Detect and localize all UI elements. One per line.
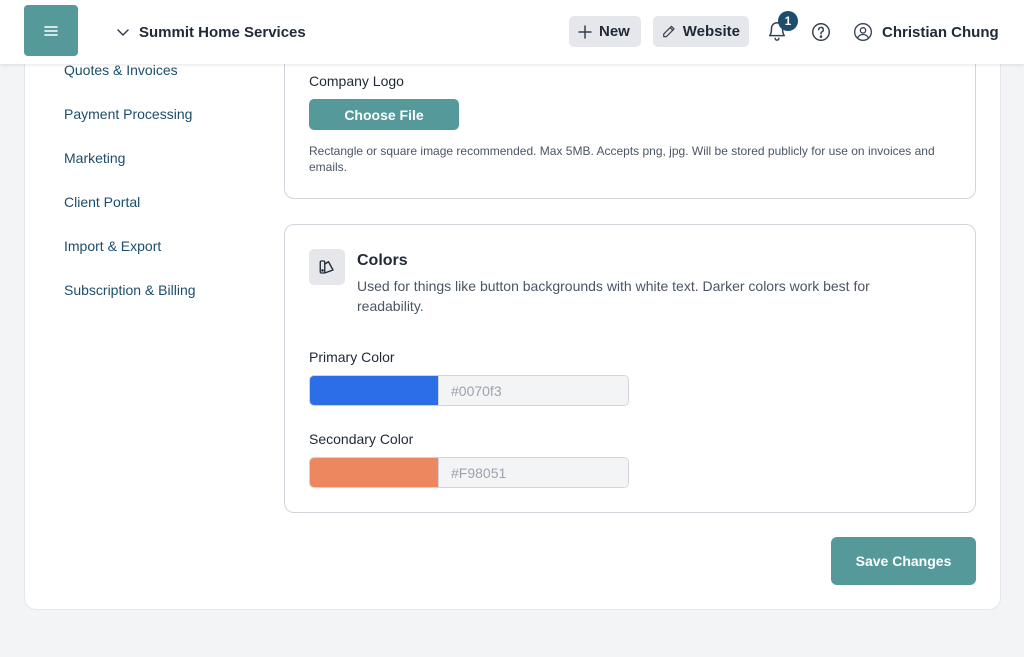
primary-color-label: Primary Color bbox=[309, 349, 395, 365]
colors-description: Used for things like button backgrounds … bbox=[357, 278, 870, 314]
sidebar-item-payment-processing[interactable]: Payment Processing bbox=[64, 106, 192, 122]
user-circle-icon bbox=[854, 23, 872, 41]
top-header: Summit Home Services New Website 1 Chris… bbox=[0, 0, 1024, 64]
sidebar-item-marketing[interactable]: Marketing bbox=[64, 150, 125, 166]
user-menu[interactable]: Christian Chung bbox=[853, 20, 999, 44]
secondary-color-field: #F98051 bbox=[309, 457, 629, 488]
sidebar-item-import-export[interactable]: Import & Export bbox=[64, 238, 161, 254]
secondary-color-input[interactable]: #F98051 bbox=[438, 458, 628, 487]
primary-color-swatch[interactable] bbox=[310, 376, 438, 405]
palette-icon bbox=[309, 249, 345, 285]
save-changes-button[interactable]: Save Changes bbox=[831, 537, 976, 585]
colors-title: Colors bbox=[357, 252, 408, 269]
help-button[interactable] bbox=[810, 21, 832, 43]
company-logo-label: Company Logo bbox=[309, 73, 404, 89]
notification-badge: 1 bbox=[778, 11, 798, 31]
chevron-down-icon bbox=[117, 29, 129, 36]
user-name: Christian Chung bbox=[882, 23, 999, 41]
secondary-color-label: Secondary Color bbox=[309, 431, 414, 447]
sidebar-item-client-portal[interactable]: Client Portal bbox=[64, 194, 140, 210]
question-circle-icon bbox=[812, 23, 830, 41]
choose-file-button[interactable]: Choose File bbox=[309, 99, 459, 130]
pencil-icon bbox=[663, 25, 675, 38]
new-button[interactable]: New bbox=[569, 16, 641, 47]
website-button-label: Website bbox=[682, 23, 740, 40]
new-button-label: New bbox=[599, 23, 630, 40]
menu-button[interactable] bbox=[24, 5, 78, 56]
website-button[interactable]: Website bbox=[653, 16, 749, 47]
primary-color-field: #0070f3 bbox=[309, 375, 629, 406]
secondary-color-swatch[interactable] bbox=[310, 458, 438, 487]
hamburger-icon bbox=[44, 25, 58, 36]
company-switcher[interactable]: Summit Home Services bbox=[116, 21, 306, 43]
plus-icon bbox=[578, 24, 592, 39]
company-name: Summit Home Services bbox=[139, 23, 306, 41]
sidebar-item-quotes-invoices[interactable]: Quotes & Invoices bbox=[64, 62, 178, 78]
logo-help-text: Rectangle or square image recommended. M… bbox=[309, 144, 935, 174]
sidebar-item-subscription-billing[interactable]: Subscription & Billing bbox=[64, 282, 196, 298]
primary-color-input[interactable]: #0070f3 bbox=[438, 376, 628, 405]
